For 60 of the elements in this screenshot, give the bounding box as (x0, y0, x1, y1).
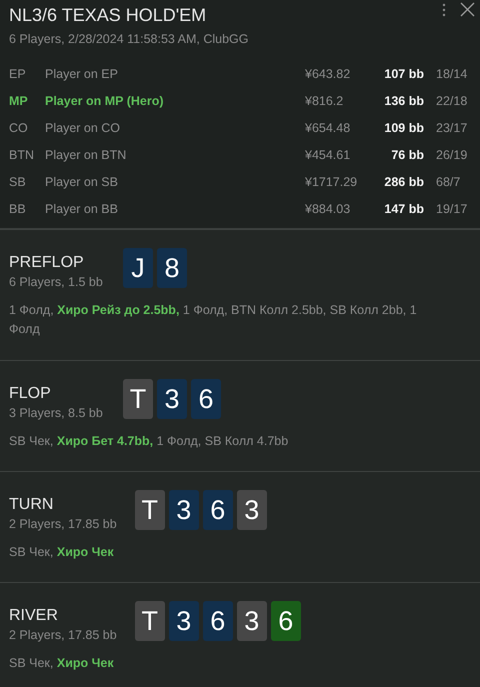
player-name: Player on SB (45, 174, 119, 188)
stack-amount: ¥816.2 (305, 94, 344, 108)
player-stats: 22/18 (436, 94, 468, 108)
stack-bb: 136 bb (383, 94, 424, 108)
action-list: SB Чек, Хиро Бет 4.7bb, 1 Фолд, SB Колл 4.7bb (9, 432, 424, 451)
stack-amount: ¥454.61 (305, 148, 352, 162)
card: 8 (157, 248, 187, 288)
stack-bb: 76 bb (390, 148, 424, 162)
stack-amount: ¥1717.29 (305, 174, 358, 188)
player-stats: 68/7 (436, 174, 462, 188)
card: 6 (202, 601, 233, 641)
player-stats: 18/14 (436, 66, 468, 80)
player-name: Player on BB (45, 202, 119, 216)
street-name: PREFLOP (9, 254, 85, 272)
street-info: 6 Players, 1.5 bb (9, 275, 104, 289)
card: 3 (157, 379, 187, 419)
hand-subtitle: 6 Players, 2/28/2024 11:58:53 AM, ClubGG (9, 32, 250, 48)
card: T (134, 601, 165, 641)
player-stats: 19/17 (436, 202, 468, 216)
card: 3 (168, 601, 199, 641)
player-name: Player on CO (45, 120, 122, 134)
stack-amount: ¥884.03 (305, 202, 352, 216)
player-name: Player on BTN (45, 148, 128, 162)
card: 3 (236, 490, 267, 530)
street-info: 2 Players, 17.85 bb (9, 628, 117, 642)
stack-amount: ¥643.82 (305, 66, 352, 80)
card: 6 (202, 490, 233, 530)
stack-bb: 109 bb (383, 120, 424, 134)
close-icon[interactable] (460, 2, 475, 17)
action-list: 1 Фолд, Хиро Рейз до 2.5bb, 1 Фолд, BTN Колл 2.5bb, SB Колл 2bb, 1 Фолд (9, 301, 424, 339)
position-label: MP (9, 94, 29, 108)
position-label: SB (9, 174, 27, 188)
player-name: Player on EP (45, 66, 119, 80)
position-label: BTN (9, 148, 35, 162)
position-label: EP (9, 66, 27, 80)
street-name: RIVER (9, 607, 59, 625)
stack-amount: ¥654.48 (305, 120, 352, 134)
hand-title: NL3/6 TEXAS HOLD'EM (9, 4, 208, 26)
card: T (134, 490, 165, 530)
action-list: SB Чек, Хиро Чек (9, 654, 424, 673)
card: 6 (191, 379, 221, 419)
street-info: 3 Players, 8.5 bb (9, 406, 104, 420)
stack-bb: 147 bb (383, 202, 424, 216)
card: 6 (270, 601, 301, 641)
stack-bb: 286 bb (383, 174, 424, 188)
action-list: SB Чек, Хиро Чек (9, 543, 424, 562)
street-name: FLOP (9, 385, 52, 403)
stack-bb: 107 bb (383, 66, 424, 80)
player-stats: 23/17 (436, 120, 468, 134)
street-name: TURN (9, 496, 54, 514)
street-info: 2 Players, 17.85 bb (9, 517, 117, 531)
position-label: CO (9, 120, 29, 134)
position-label: BB (9, 202, 27, 216)
card: 3 (168, 490, 199, 530)
more-icon[interactable] (442, 3, 446, 17)
player-stats: 26/19 (436, 148, 468, 162)
player-name: Player on MP (Hero) (45, 94, 165, 108)
card: T (123, 379, 153, 419)
card: 3 (236, 601, 267, 641)
card: J (123, 248, 153, 288)
